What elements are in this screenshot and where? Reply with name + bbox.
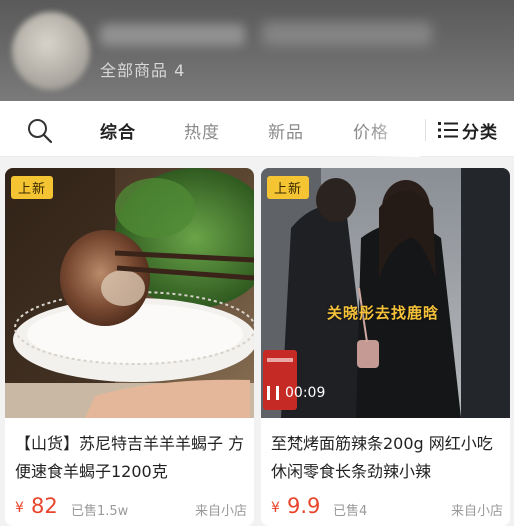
- product-video[interactable]: 上新 关晓彤去找鹿晗 00:09: [261, 168, 510, 418]
- play-pause-icon[interactable]: [267, 386, 279, 400]
- product-card[interactable]: 上新 关晓彤去找鹿晗 00:09 至梵烤面筋辣条200g 网红小吃休闲零食长条劲…: [261, 168, 510, 526]
- shop-avatar[interactable]: [12, 12, 90, 90]
- product-card[interactable]: 上新 【山货】苏尼特吉羊羊羊蝎子 方便速食羊蝎子1200克 ¥ 82 已售1.5…: [5, 168, 254, 526]
- category-button[interactable]: 分类: [438, 116, 498, 144]
- source-label: 来自小店: [450, 504, 503, 519]
- product-image[interactable]: 上新: [5, 168, 254, 418]
- product-title[interactable]: 【山货】苏尼特吉羊羊羊蝎子 方便速食羊蝎子1200克: [15, 430, 247, 486]
- tab-comprehensive[interactable]: 综合: [100, 118, 136, 143]
- sort-bar: 综合 热度 新品 价格 分类: [0, 101, 514, 157]
- all-items-count[interactable]: 全部商品 4: [100, 57, 185, 81]
- sold-count: 已售4: [333, 504, 368, 519]
- tab-scroll-fade: [370, 101, 420, 157]
- source-label: 来自小店: [194, 504, 247, 519]
- badge-new: 上新: [11, 176, 54, 199]
- currency-symbol: ¥: [15, 500, 24, 516]
- badge-new: 上新: [267, 176, 310, 199]
- product-price: 9.9: [287, 494, 321, 518]
- tab-popularity[interactable]: 热度: [184, 118, 220, 143]
- product-price: 82: [31, 494, 58, 518]
- list-icon: [438, 122, 458, 138]
- currency-symbol: ¥: [271, 500, 280, 516]
- product-title[interactable]: 至梵烤面筋辣条200g 网红小吃休闲零食长条劲辣小辣: [271, 430, 503, 486]
- search-icon[interactable]: [26, 117, 56, 144]
- sold-count: 已售1.5w: [71, 504, 129, 519]
- shop-name-blurred: [100, 24, 245, 46]
- category-label: 分类: [462, 122, 498, 143]
- shop-header: 全部商品 4: [0, 0, 514, 101]
- video-duration-label: 00:09: [285, 385, 326, 401]
- price-row: ¥ 9.9 已售4 来自小店: [271, 494, 503, 520]
- tab-new[interactable]: 新品: [268, 118, 304, 143]
- video-duration: 00:09: [267, 385, 325, 401]
- shop-subtitle-blurred: [262, 22, 432, 46]
- divider: [425, 119, 426, 141]
- video-caption: 关晓彤去找鹿晗: [327, 304, 440, 322]
- price-row: ¥ 82 已售1.5w 来自小店: [15, 494, 247, 520]
